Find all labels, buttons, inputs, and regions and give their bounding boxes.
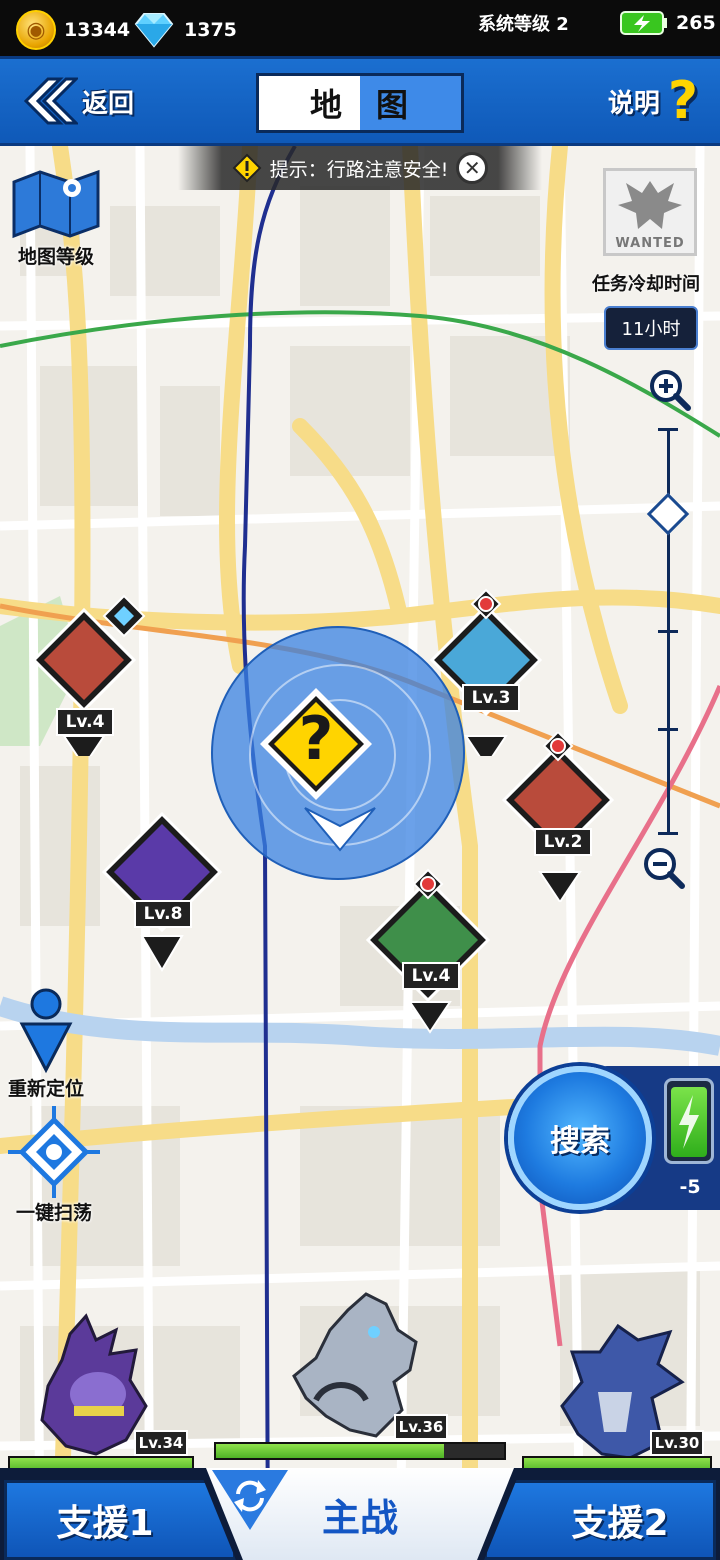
zoom-tick — [658, 728, 678, 731]
search-button[interactable]: 搜索 — [508, 1066, 652, 1210]
support2-tab[interactable]: 支援2 — [484, 1480, 716, 1560]
map-view[interactable]: 提示：行路注意安全! ✕ 地图等级 WANTED 任务冷却时间 11小时 ? L… — [0, 146, 720, 1560]
lightning-icon — [679, 1095, 699, 1149]
help-label: 说明 — [607, 88, 660, 119]
back-chevron-icon — [23, 77, 78, 125]
system-level-text: 系统等级 2 — [478, 14, 569, 35]
monster-marker[interactable]: Lv.8 — [96, 810, 226, 980]
main-hp-fill — [216, 1444, 444, 1458]
support1-level: Lv.34 — [134, 1430, 188, 1456]
folded-map-icon — [12, 169, 100, 239]
energy-counter: 265 — [620, 10, 716, 36]
zoom-tick — [658, 832, 678, 835]
cooldown-label: 任务冷却时间 — [592, 274, 700, 295]
relocate-button[interactable]: 重新定位 — [8, 986, 84, 1101]
back-label: 返回 — [82, 88, 135, 119]
gem-counter: 1375 — [132, 10, 237, 50]
warning-icon — [232, 153, 262, 183]
support1-tab-label: 支援1 — [56, 1503, 154, 1544]
location-pin-icon — [19, 988, 73, 1074]
zoom-tick — [658, 630, 678, 633]
monster-icon — [101, 811, 223, 972]
energy-battery-icon — [664, 1078, 714, 1164]
monster-level: Lv.3 — [462, 684, 520, 712]
question-icon: ? — [667, 71, 698, 131]
monster-level: Lv.4 — [402, 962, 460, 990]
system-level: 系统等级 2 — [478, 10, 569, 36]
mystery-quest-marker[interactable]: ? — [258, 686, 374, 802]
tip-text: 提示：行路注意安全! — [269, 158, 449, 181]
monster-level: Lv.4 — [56, 708, 114, 736]
main-hp-bar — [214, 1442, 506, 1460]
support2-tab-label: 支援2 — [571, 1503, 669, 1544]
monster-icon — [429, 588, 543, 768]
search-energy-cost: -5 — [679, 1176, 701, 1198]
support2-level: Lv.30 — [650, 1430, 704, 1456]
coin-value: 13344 — [64, 19, 131, 41]
crosshair-icon — [8, 1106, 100, 1198]
title-left: 地 — [259, 76, 360, 130]
status-bar: ◉ 13344 1375 系统等级 2 265 — [0, 0, 720, 56]
sweep-label: 一键扫荡 — [15, 1202, 92, 1224]
relocate-label: 重新定位 — [8, 1078, 85, 1100]
diamond-icon — [134, 13, 174, 48]
gem-value: 1375 — [184, 19, 237, 41]
monster-marker[interactable]: Lv.3 — [424, 586, 554, 768]
page-title: 地 图 — [256, 73, 464, 133]
one-click-sweep-button[interactable]: 一键扫荡 — [8, 1106, 100, 1225]
wanted-poster-button[interactable]: WANTED — [603, 168, 697, 256]
safety-tip-banner: 提示：行路注意安全! ✕ — [178, 146, 542, 190]
quest-symbol: ? — [298, 704, 334, 774]
zoom-out-icon[interactable] — [642, 846, 686, 890]
monster-marker[interactable]: Lv.2 — [496, 730, 626, 904]
energy-value: 265 — [676, 12, 716, 34]
monster-level: Lv.8 — [134, 900, 192, 928]
monster-icon — [501, 730, 615, 904]
monster-marker[interactable]: Lv.4 — [22, 586, 152, 768]
zoom-in-icon[interactable] — [648, 368, 692, 412]
search-label: 搜索 — [550, 1124, 610, 1159]
header-bar: 返回 地 图 说明 ? — [0, 56, 720, 146]
cooldown-time: 11小时 — [604, 306, 698, 350]
monster-icon — [365, 868, 491, 1034]
help-button[interactable]: 说明 ? — [608, 75, 698, 127]
support1-tab[interactable]: 支援1 — [4, 1480, 236, 1560]
map-level-label: 地图等级 — [17, 246, 94, 268]
wanted-text: WANTED — [615, 236, 685, 251]
monster-marker[interactable]: Lv.4 — [362, 866, 492, 1036]
map-level-button[interactable]: 地图等级 — [10, 166, 102, 269]
main-level: Lv.36 — [394, 1414, 448, 1440]
title-right: 图 — [360, 76, 461, 130]
coin-counter: ◉ 13344 — [16, 10, 130, 50]
monster-level: Lv.2 — [534, 828, 592, 856]
back-button[interactable]: 返回 — [22, 77, 134, 125]
coin-icon: ◉ — [16, 10, 56, 50]
close-tip-button[interactable]: ✕ — [456, 152, 489, 184]
battery-energy-icon — [620, 11, 667, 35]
dragon-silhouette-icon — [618, 181, 682, 229]
zoom-tick — [658, 428, 678, 431]
main-tab-label: 主战 — [321, 1495, 398, 1540]
